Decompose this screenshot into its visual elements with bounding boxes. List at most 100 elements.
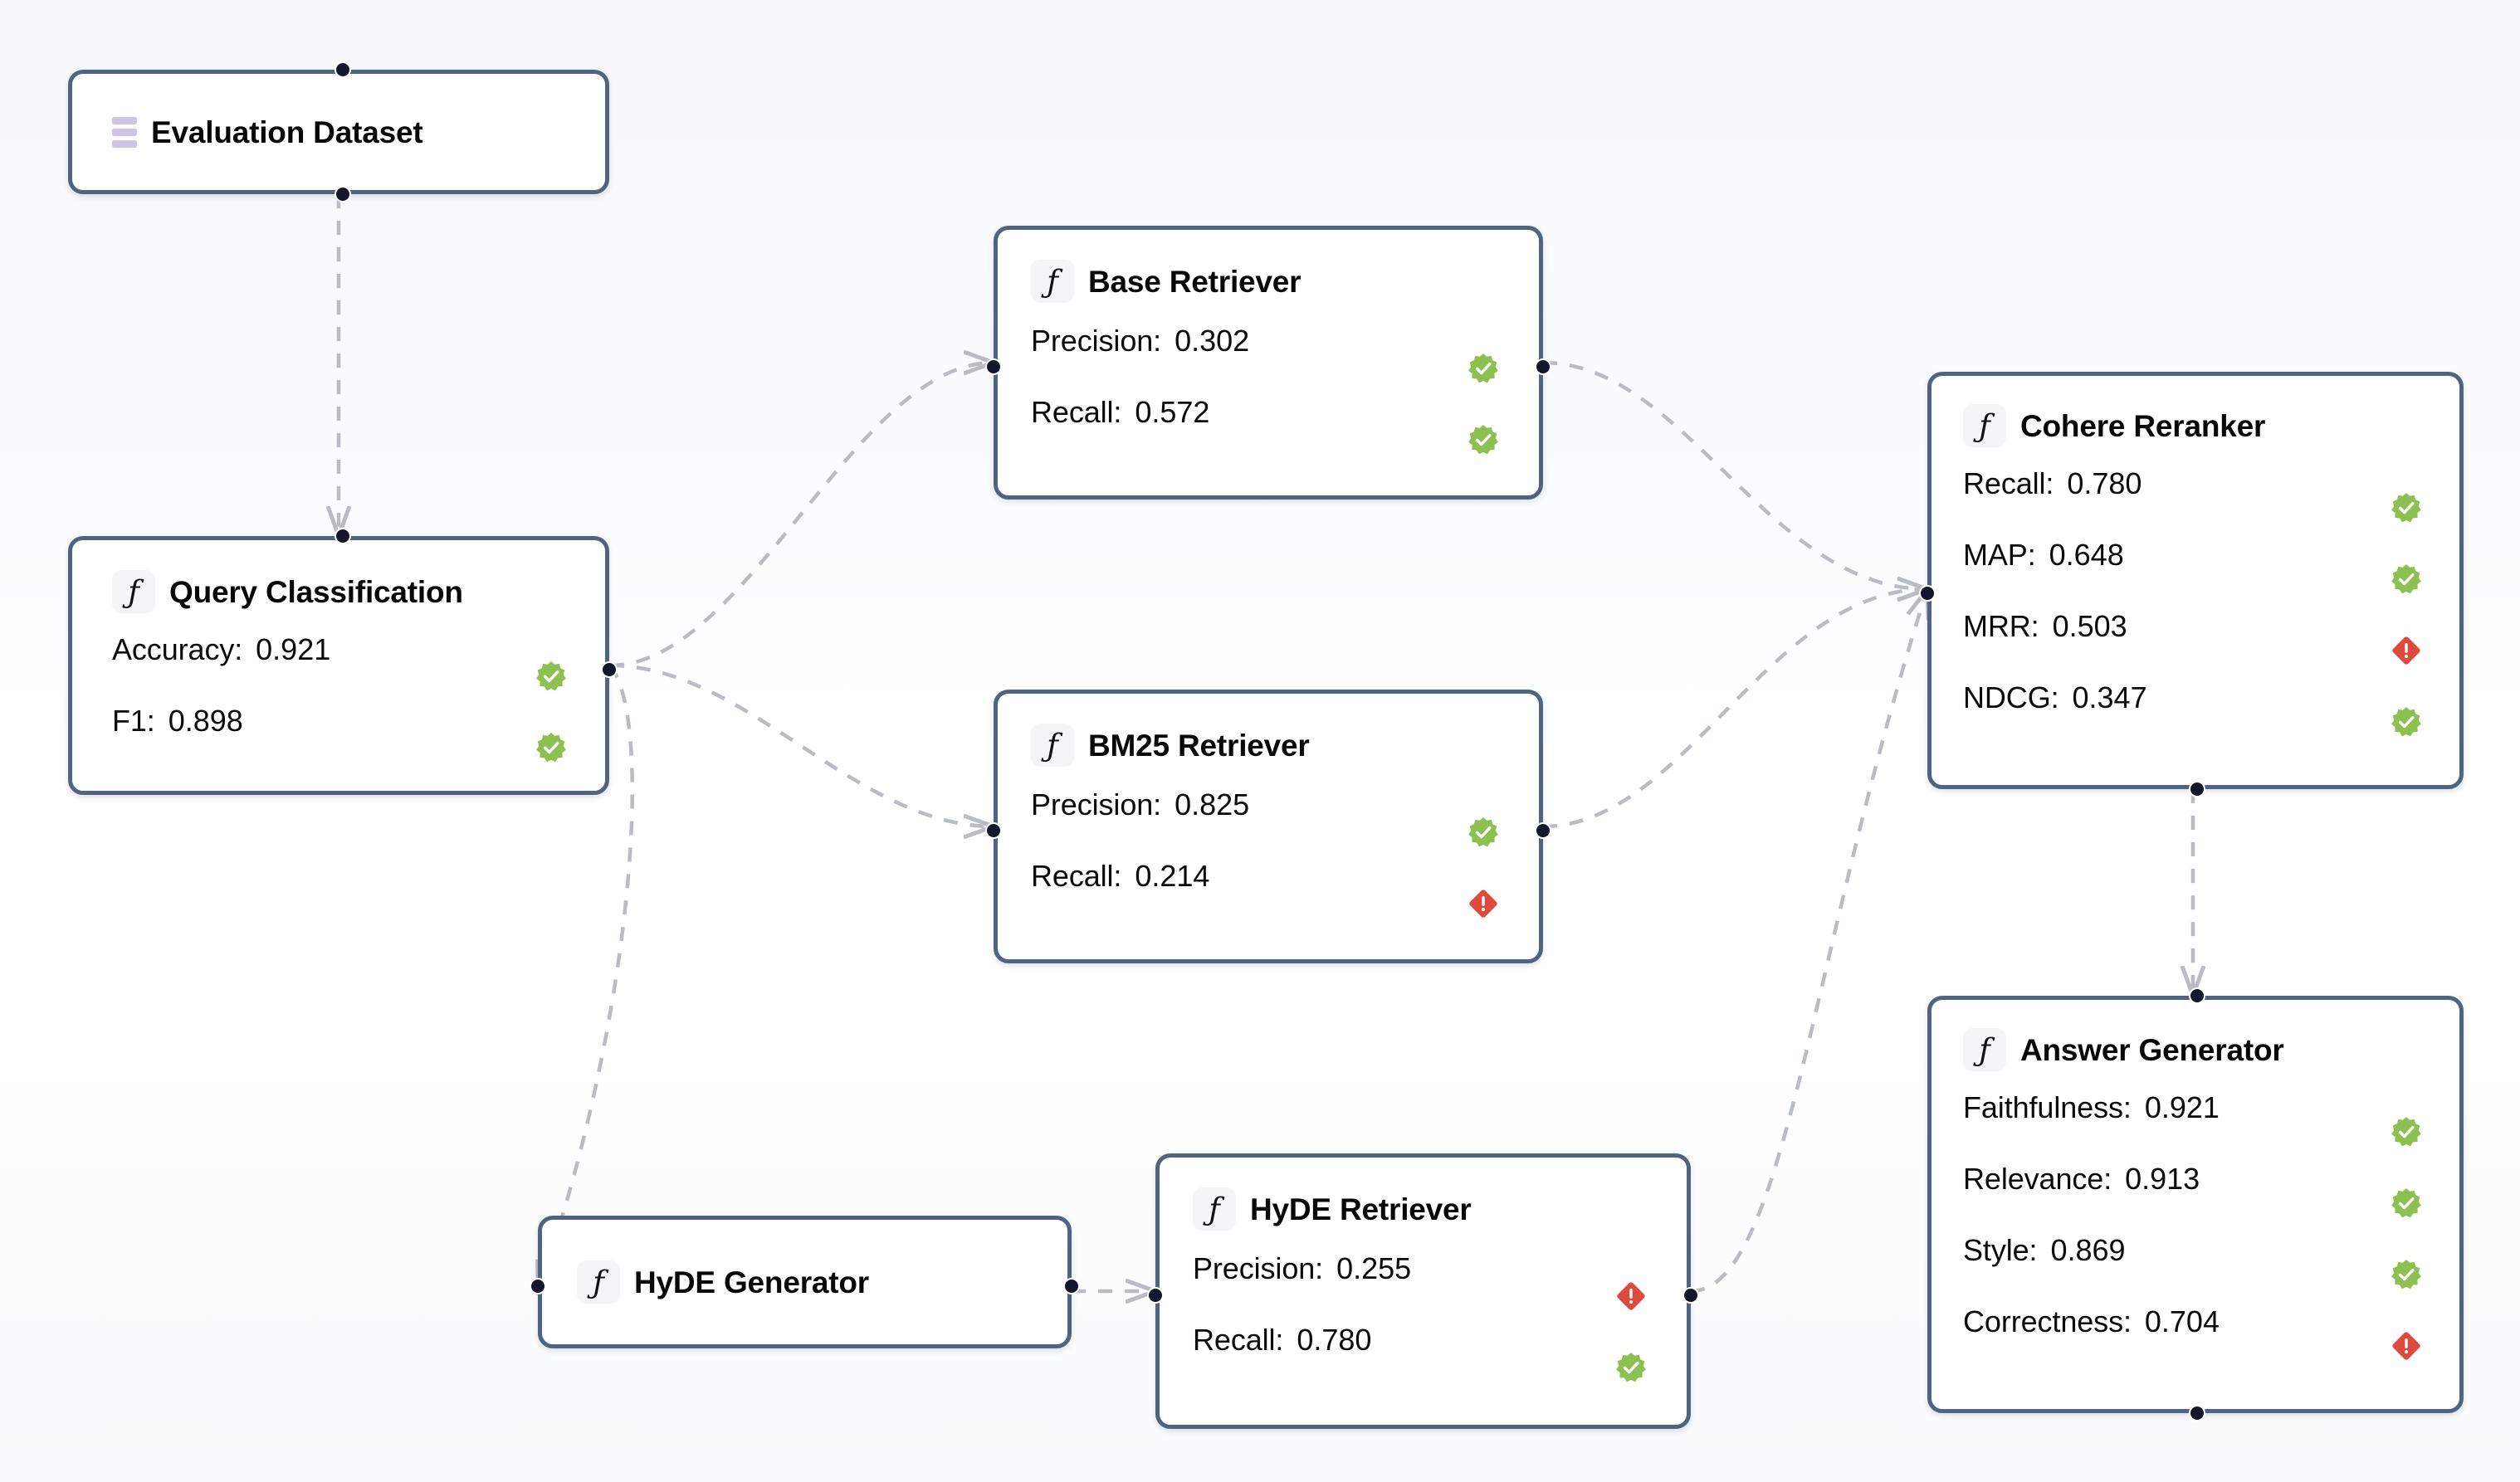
metric-row: Precision: 0.825 [1031, 787, 1539, 823]
metric-row: Recall: 0.214 [1031, 858, 1539, 895]
status-alert-icon [1468, 888, 1499, 919]
metric-value: 0.704 [2144, 1304, 2220, 1338]
edge-base-retriever-to-cohere-reranker [1542, 360, 1927, 589]
node-title: Cohere Reranker [2020, 408, 2266, 443]
metric-key: Recall: [1193, 1323, 1284, 1357]
metric-value: 0.572 [1135, 395, 1210, 429]
function-icon: ƒ [1193, 1187, 1236, 1231]
handle-source-right[interactable] [1682, 1287, 1699, 1304]
handle-source-bottom[interactable] [335, 186, 351, 202]
status-ok-icon [2391, 492, 2422, 524]
flow-canvas[interactable]: Evaluation Dataset ƒ Query Classificatio… [0, 0, 2520, 1482]
function-icon: ƒ [1031, 260, 1074, 303]
metric-value: 0.921 [256, 632, 331, 666]
node-title: HyDE Generator [634, 1265, 870, 1299]
node-base-retriever[interactable]: ƒ Base Retriever Precision: 0.302 Recall… [985, 226, 1551, 500]
function-icon: ƒ [577, 1260, 620, 1304]
status-ok-icon [2391, 706, 2422, 738]
metric-row: MRR: 0.503 [1963, 608, 2459, 645]
handle-source-bottom[interactable] [2189, 781, 2205, 797]
status-ok-icon [535, 732, 567, 763]
metric-row: Recall: 0.780 [1963, 466, 2459, 502]
handle-target-left[interactable] [530, 1278, 546, 1294]
metric-value: 0.898 [168, 704, 243, 738]
node-title: Answer Generator [2020, 1032, 2284, 1067]
function-icon: ƒ [1031, 724, 1074, 767]
edge-bm25-retriever-to-cohere-reranker [1542, 589, 1927, 829]
metric-row: Recall: 0.572 [1031, 394, 1539, 431]
metric-key: NDCG: [1963, 680, 2059, 714]
function-icon: ƒ [112, 570, 155, 613]
status-ok-icon [1615, 1352, 1647, 1383]
metric-key: Precision: [1193, 1251, 1324, 1285]
handle-target-left[interactable] [985, 822, 1002, 839]
status-alert-icon [2391, 1330, 2422, 1362]
metric-row: Faithfulness: 0.921 [1963, 1090, 2459, 1126]
metric-key: MRR: [1963, 609, 2039, 643]
metric-value: 0.214 [1135, 859, 1210, 893]
dataset-bars-icon [112, 115, 137, 149]
metric-value: 0.648 [2049, 538, 2124, 572]
node-title: Evaluation Dataset [151, 115, 423, 149]
metric-key: Correctness: [1963, 1304, 2132, 1338]
metric-row: NDCG: 0.347 [1963, 680, 2459, 716]
metric-key: Precision: [1031, 787, 1162, 821]
function-icon: ƒ [1963, 1028, 2006, 1071]
metric-row: Relevance: 0.913 [1963, 1161, 2459, 1197]
handle-target-top[interactable] [335, 528, 351, 544]
metric-value: 0.780 [1297, 1323, 1372, 1357]
metric-key: Accuracy: [112, 632, 243, 666]
function-icon: ƒ [1963, 404, 2006, 447]
status-ok-icon [2391, 1259, 2422, 1290]
metric-value: 0.921 [2144, 1090, 2220, 1124]
metric-row: F1: 0.898 [112, 703, 605, 739]
metric-row: Precision: 0.302 [1031, 323, 1539, 359]
status-ok-icon [1468, 817, 1499, 848]
status-ok-icon [1468, 424, 1499, 456]
metric-row: Accuracy: 0.921 [112, 631, 605, 668]
metric-key: MAP: [1963, 538, 2036, 572]
handle-target-left[interactable] [1147, 1287, 1164, 1304]
metric-key: Style: [1963, 1233, 2038, 1267]
metric-key: Recall: [1031, 859, 1122, 893]
status-ok-icon [1468, 353, 1499, 384]
status-ok-icon [2391, 1187, 2422, 1219]
handle-target-left[interactable] [985, 358, 1002, 375]
node-bm25-retriever[interactable]: ƒ BM25 Retriever Precision: 0.825 Recall… [985, 690, 1551, 963]
handle-target-top[interactable] [2189, 987, 2205, 1004]
metric-row: Correctness: 0.704 [1963, 1304, 2459, 1340]
node-title: Base Retriever [1088, 264, 1302, 299]
node-hyde-retriever[interactable]: ƒ HyDE Retriever Precision: 0.255 Recall… [1147, 1153, 1699, 1429]
metric-key: Relevance: [1963, 1162, 2112, 1196]
status-alert-icon [2391, 635, 2422, 666]
metric-value: 0.255 [1336, 1251, 1412, 1285]
metric-row: Precision: 0.255 [1193, 1250, 1687, 1287]
handle-target-top[interactable] [335, 61, 351, 78]
metric-row: Recall: 0.780 [1193, 1322, 1687, 1358]
handle-source-right[interactable] [1535, 822, 1551, 839]
handle-source-right[interactable] [601, 661, 618, 678]
node-hyde-generator[interactable]: ƒ HyDE Generator [530, 1216, 1080, 1348]
node-title: BM25 Retriever [1088, 728, 1310, 763]
node-title: HyDE Retriever [1250, 1192, 1472, 1226]
status-alert-icon [1615, 1280, 1647, 1312]
metric-key: Faithfulness: [1963, 1090, 2132, 1124]
node-evaluation-dataset[interactable]: Evaluation Dataset [68, 61, 609, 202]
handle-target-left[interactable] [1919, 585, 1936, 602]
status-ok-icon [2391, 563, 2422, 595]
metric-key: F1: [112, 704, 155, 738]
node-answer-generator[interactable]: ƒ Answer Generator Faithfulness: 0.921 R… [1927, 987, 2464, 1421]
metric-key: Recall: [1963, 466, 2054, 500]
node-cohere-reranker[interactable]: ƒ Cohere Reranker Recall: 0.780 MAP: 0.6… [1919, 372, 2464, 797]
metric-row: Style: 0.869 [1963, 1232, 2459, 1269]
node-title: Query Classification [169, 574, 463, 609]
handle-source-right[interactable] [1535, 358, 1551, 375]
metric-row: MAP: 0.648 [1963, 537, 2459, 573]
status-ok-icon [535, 661, 567, 692]
handle-source-bottom[interactable] [2189, 1405, 2205, 1421]
node-query-classification[interactable]: ƒ Query Classification Accuracy: 0.921 F… [68, 528, 618, 795]
metric-key: Precision: [1031, 324, 1162, 358]
metric-value: 0.780 [2067, 466, 2142, 500]
handle-source-right[interactable] [1063, 1278, 1080, 1294]
edge-query-classification-to-bm25-retriever [609, 663, 994, 826]
